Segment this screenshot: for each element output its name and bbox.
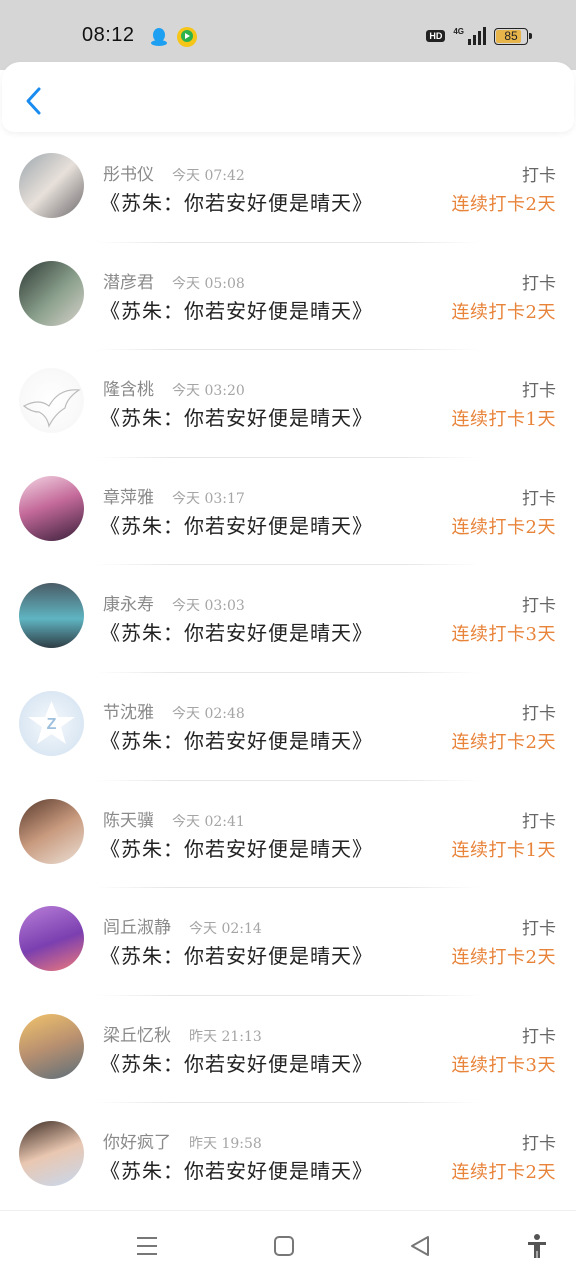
user-name[interactable]: 陈天骥 (103, 806, 154, 831)
entry-meta: 梁丘忆秋 昨天 21:13 (103, 1021, 262, 1046)
checkin-label: 打卡 (522, 1026, 556, 1047)
entry-meta: 闾丘淑静 今天 02:14 (103, 913, 262, 938)
streak-label: 连续打卡2天 (451, 516, 556, 538)
battery-icon: 85 (494, 27, 532, 45)
user-name[interactable]: 隆含桃 (103, 375, 154, 400)
streak-label: 连续打卡2天 (451, 731, 556, 753)
checkin-time: 今天 07:42 (172, 168, 245, 184)
checkin-time: 今天 02:14 (189, 921, 262, 938)
home-icon[interactable] (271, 1233, 297, 1259)
avatar[interactable] (19, 1121, 84, 1187)
streak-label: 连续打卡2天 (451, 194, 556, 215)
streak-label: 连续打卡3天 (451, 1054, 556, 1076)
entry-meta: 隆含桃 今天 03:20 (103, 375, 245, 400)
user-name[interactable]: 节沈雅 (103, 698, 154, 723)
avatar[interactable] (19, 1013, 84, 1079)
checkin-label: 打卡 (522, 596, 556, 617)
book-title: 《苏朱：你若安好便是晴天》 (100, 728, 373, 753)
checkin-label: 打卡 (522, 811, 556, 832)
entry-meta: 康永寿 今天 03:03 (103, 590, 245, 615)
entry-meta: 彤书仪 今天 07:42 (103, 160, 245, 185)
list-item[interactable]: 彤书仪 今天 07:42 《苏朱：你若安好便是晴天》 打卡连续打卡2天 (0, 135, 576, 243)
checkin-list: 彤书仪 今天 07:42 《苏朱：你若安好便是晴天》 打卡 连续打卡2天 潜彦君 今天 05… (0, 135, 576, 1211)
video-app-icon (177, 27, 197, 47)
list-item[interactable]: 章萍雅 今天 03:17 《苏朱：你若安好便是晴天》 打卡连续打卡2天 (0, 458, 576, 566)
entry-meta: 潜彦君 今天 05:08 (103, 268, 245, 293)
accessibility-icon[interactable] (524, 1233, 550, 1259)
user-name[interactable]: 彤书仪 (103, 160, 154, 185)
book-title: 《苏朱：你若安好便是晴天》 (100, 621, 373, 646)
status-time: 08:12 (82, 24, 135, 46)
checkin-time: 今天 03:03 (172, 598, 245, 615)
avatar[interactable] (19, 906, 84, 972)
avatar[interactable] (19, 798, 84, 864)
hd-badge: HD (426, 30, 446, 42)
checkin-label: 打卡 (522, 703, 556, 724)
book-title: 《苏朱：你若安好便是晴天》 (100, 406, 373, 431)
network-label: 4G (453, 27, 464, 36)
signal-icon (468, 27, 486, 45)
user-name[interactable]: 梁丘忆秋 (103, 1021, 171, 1046)
menu-icon[interactable] (134, 1233, 160, 1259)
avatar[interactable] (19, 153, 84, 218)
streak-label: 连续打卡2天 (451, 947, 556, 969)
book-title: 《苏朱：你若安好便是晴天》 (100, 191, 373, 215)
book-title: 《苏朱：你若安好便是晴天》 (100, 1051, 373, 1076)
entry-meta: 陈天骥 今天 02:41 (103, 806, 245, 831)
book-title: 《苏朱：你若安好便是晴天》 (100, 298, 373, 323)
checkin-time: 昨天 21:13 (189, 1028, 262, 1045)
book-title: 《苏朱：你若安好便是晴天》 (100, 1159, 373, 1184)
checkin-time: 今天 02:41 (172, 813, 245, 830)
status-indicators: HD 4G 85 (426, 27, 532, 45)
status-bar: 08:12 HD 4G 85 (0, 0, 576, 70)
navigation-bar (0, 1210, 576, 1280)
svg-text:Z: Z (47, 716, 57, 733)
streak-label: 连续打卡2天 (451, 301, 556, 323)
avatar[interactable] (19, 368, 84, 434)
checkin-time: 今天 03:17 (172, 490, 245, 507)
list-item[interactable]: 康永寿 今天 03:03 《苏朱：你若安好便是晴天》 打卡连续打卡3天 (0, 565, 576, 673)
list-item[interactable]: 隆含桃 今天 03:20 《苏朱：你若安好便是晴天》 打卡连续打卡1天 (0, 350, 576, 458)
avatar[interactable] (19, 583, 84, 649)
user-name[interactable]: 章萍雅 (103, 483, 154, 508)
streak-label: 连续打卡1天 (451, 409, 556, 431)
list-item[interactable]: 潜彦君 今天 05:08 《苏朱：你若安好便是晴天》 打卡连续打卡2天 (0, 243, 576, 351)
back-icon[interactable] (407, 1233, 433, 1259)
battery-level: 85 (504, 29, 518, 43)
avatar[interactable] (19, 475, 84, 541)
qq-icon (151, 28, 167, 46)
user-name[interactable]: 闾丘淑静 (103, 913, 171, 938)
user-name[interactable]: 康永寿 (103, 590, 154, 615)
checkin-time: 昨天 19:58 (189, 1136, 262, 1153)
streak-label: 连续打卡2天 (451, 1162, 556, 1184)
book-title: 《苏朱：你若安好便是晴天》 (100, 513, 373, 538)
checkin-time: 今天 05:08 (172, 275, 245, 292)
list-item[interactable]: 陈天骥 今天 02:41 《苏朱：你若安好便是晴天》 打卡连续打卡1天 (0, 781, 576, 889)
checkin-label: 打卡 (522, 1134, 556, 1155)
list-item[interactable]: Z 节沈雅 今天 02:48 《苏朱：你若安好便是晴天》 打卡连续打卡2天 (0, 673, 576, 781)
list-item[interactable]: 你好疯了 昨天 19:58 《苏朱：你若安好便是晴天》 打卡连续打卡2天 (0, 1103, 576, 1211)
checkin-label: 打卡 (522, 273, 556, 294)
chevron-left-icon[interactable] (20, 84, 48, 118)
book-title: 《苏朱：你若安好便是晴天》 (100, 944, 373, 969)
list-item[interactable]: 闾丘淑静 今天 02:14 《苏朱：你若安好便是晴天》 打卡连续打卡2天 (0, 888, 576, 996)
header (2, 62, 574, 132)
user-name[interactable]: 你好疯了 (103, 1128, 171, 1153)
user-name[interactable]: 潜彦君 (103, 268, 154, 293)
checkin-label: 打卡 (522, 381, 556, 402)
checkin-label: 打卡 (522, 919, 556, 940)
list-item[interactable]: 梁丘忆秋 昨天 21:13 《苏朱：你若安好便是晴天》 打卡连续打卡3天 (0, 996, 576, 1104)
streak-label: 连续打卡1天 (451, 839, 556, 861)
entry-meta: 你好疯了 昨天 19:58 (103, 1128, 262, 1153)
entry-meta: 节沈雅 今天 02:48 (103, 698, 245, 723)
checkin-time: 今天 02:48 (172, 705, 245, 722)
checkin-label: 打卡 (522, 166, 556, 186)
avatar[interactable]: Z (19, 690, 84, 756)
avatar[interactable] (19, 260, 84, 326)
streak-label: 连续打卡3天 (451, 624, 556, 646)
checkin-label: 打卡 (522, 488, 556, 509)
checkin-time: 今天 03:20 (172, 383, 245, 400)
book-title: 《苏朱：你若安好便是晴天》 (100, 836, 373, 861)
entry-meta: 章萍雅 今天 03:17 (103, 483, 245, 508)
